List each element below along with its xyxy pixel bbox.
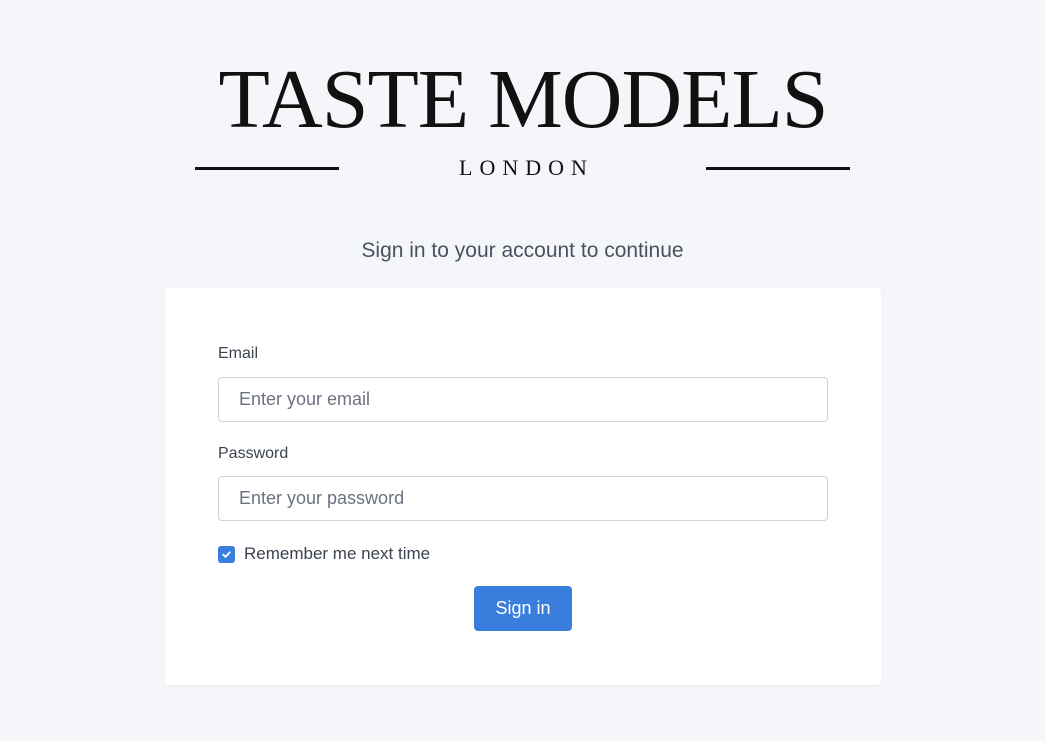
sign-in-button[interactable]: Sign in: [474, 586, 572, 631]
password-field[interactable]: [218, 476, 828, 521]
logo-rule-right: [706, 167, 850, 170]
brand-logo: TASTE MODELS LONDON: [195, 55, 851, 185]
email-field[interactable]: [218, 377, 828, 422]
page-subtitle: Sign in to your account to continue: [361, 239, 684, 262]
remember-me-option[interactable]: Remember me next time: [218, 543, 430, 565]
logo-title: TASTE MODELS: [218, 53, 829, 146]
password-label: Password: [218, 445, 289, 462]
remember-me-label: Remember me next time: [244, 544, 431, 563]
remember-me-checkbox[interactable]: [218, 545, 235, 563]
email-label: Email: [218, 345, 259, 362]
sign-in-card: Email Password Remember me next time Sig…: [165, 288, 881, 685]
check-icon: [222, 550, 231, 558]
